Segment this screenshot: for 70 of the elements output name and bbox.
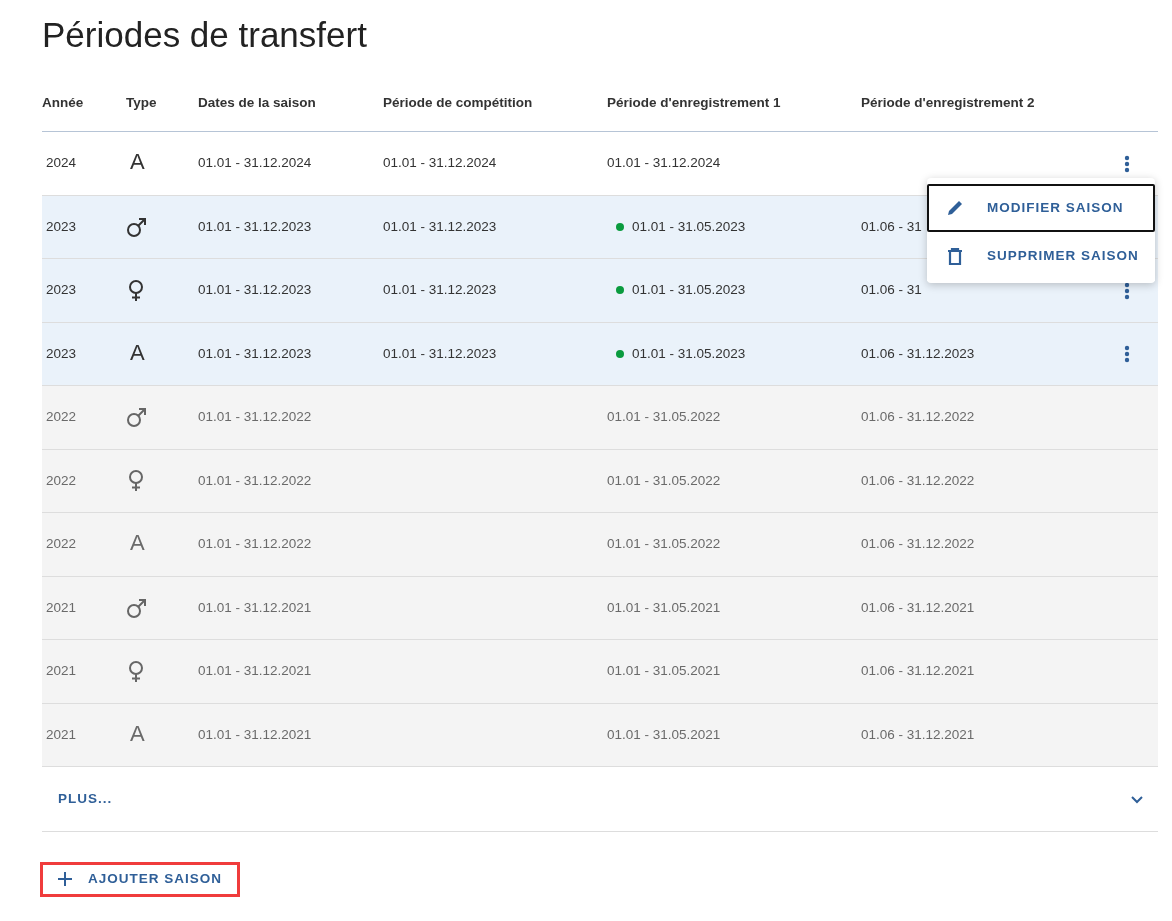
year-cell-text: 2024	[45, 154, 78, 173]
date-cell: 01.01 - 31.12.2023	[383, 345, 497, 361]
date-cell-text: 01.01 - 31.05.2022	[607, 535, 721, 554]
menu-item[interactable]: MODIFIER SAISON	[927, 184, 1155, 233]
date-cell: 01.01 - 31.12.2022	[198, 409, 312, 425]
type-letter: A	[129, 530, 145, 556]
kebab-icon	[1124, 345, 1130, 364]
date-cell: 01.06 - 31.12.2021	[861, 599, 975, 615]
date-cell-text: 01.01 - 31.05.2023	[632, 281, 746, 300]
date-cell: 01.06 - 31	[861, 282, 922, 298]
menu-item[interactable]: SUPPRIMER SAISON	[927, 232, 1155, 281]
show-more-button[interactable]: PLUS...	[58, 788, 113, 810]
year-cell-text: 2021	[45, 725, 78, 744]
type-letter: A	[129, 149, 145, 175]
date-cell-text: 01.01 - 31.05.2022	[607, 471, 721, 490]
date-cell: 01.01 - 31.12.2023	[198, 345, 312, 361]
column-header: Période d'enregistrement 2	[861, 94, 1036, 113]
year-cell-text: 2023	[45, 344, 78, 363]
trash-icon	[945, 246, 965, 267]
date-cell: 01.01 - 31.12.2022	[198, 536, 312, 552]
date-cell: 01.01 - 31.12.2023	[383, 218, 497, 234]
date-cell: 01.06 - 31.12.2021	[861, 663, 975, 679]
year-cell-text: 2021	[45, 598, 78, 617]
year-cell-text: 2021	[45, 662, 78, 681]
date-cell-text: 01.01 - 31.05.2023	[632, 217, 746, 236]
add-season-button[interactable]: AJOUTER SAISON	[42, 864, 239, 896]
male-icon	[126, 406, 148, 429]
date-cell: 01.06 - 31.12.2023	[861, 345, 975, 361]
year-cell-text: 2023	[45, 217, 78, 236]
date-cell-text: 01.01 - 31.12.2024	[607, 154, 721, 173]
column-header: Année	[42, 94, 85, 113]
date-cell-text: 01.01 - 31.05.2022	[607, 408, 721, 427]
type-letter: A	[129, 720, 145, 746]
date-cell: 01.06 - 31.12.2021	[861, 726, 975, 742]
female-icon	[126, 469, 146, 493]
date-cell: 01.01 - 31.12.2021	[198, 726, 312, 742]
date-cell: 01.01 - 31.12.2021	[198, 599, 312, 615]
chevron-down-icon	[1130, 793, 1144, 805]
date-cell: 01.01 - 31.12.2023	[383, 282, 497, 298]
column-header: Type	[126, 94, 158, 113]
female-icon	[126, 659, 146, 683]
date-cell: 01.06 - 31.12.2022	[861, 536, 975, 552]
page-title: Périodes de transfert	[42, 14, 368, 56]
date-cell: 01.01 - 31.12.2023	[198, 218, 312, 234]
date-cell-text: 01.01 - 31.05.2021	[607, 725, 721, 744]
female-icon	[126, 278, 146, 302]
male-icon	[126, 215, 148, 238]
date-cell: 01.01 - 31.12.2024	[383, 155, 497, 171]
year-cell-text: 2022	[45, 408, 78, 427]
date-cell: 01.06 - 31.12.2022	[861, 409, 975, 425]
column-header: Période d'enregistrement 1	[607, 94, 782, 113]
plus-icon	[58, 872, 72, 887]
date-cell: 01.01 - 31.12.2022	[198, 472, 312, 488]
year-cell-text: 2023	[45, 281, 78, 300]
date-cell-text: 01.01 - 31.05.2021	[607, 598, 721, 617]
date-cell: 01.01 - 31.12.2023	[198, 282, 312, 298]
date-cell-text: 01.01 - 31.05.2021	[607, 662, 721, 681]
date-cell: 01.01 - 31.12.2024	[198, 155, 312, 171]
male-icon	[126, 596, 148, 619]
kebab-icon	[1124, 154, 1130, 173]
date-cell: 01.06 - 31.12.2022	[861, 472, 975, 488]
column-header: Dates de la saison	[198, 94, 317, 113]
date-cell: 01.06 - 31	[861, 218, 922, 234]
date-cell: 01.01 - 31.12.2021	[198, 663, 312, 679]
column-header: Période de compétition	[383, 94, 534, 113]
year-cell-text: 2022	[45, 535, 78, 554]
type-letter: A	[129, 339, 145, 365]
year-cell-text: 2022	[45, 471, 78, 490]
kebab-icon	[1124, 281, 1130, 300]
date-cell-text: 01.01 - 31.05.2023	[632, 344, 746, 363]
